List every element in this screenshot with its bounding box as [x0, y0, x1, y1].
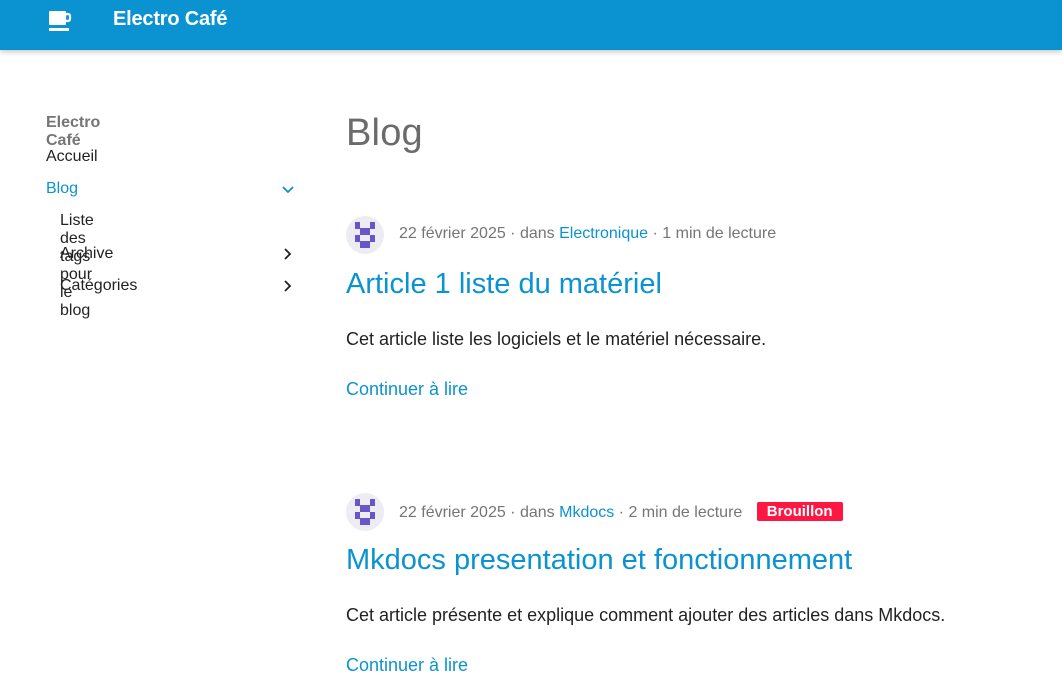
sidebar-item-accueil[interactable]: Accueil: [46, 148, 98, 166]
post-meta-text: 22 février 2025 · dans Mkdocs · 2 min de…: [399, 502, 843, 522]
post-category-link[interactable]: Electronique: [559, 225, 648, 242]
post-title-link[interactable]: Mkdocs presentation et fonctionnement: [346, 544, 852, 577]
sidebar-item-label: Accueil: [46, 148, 98, 165]
sidebar-item-label: Liste des tags pour le blog: [60, 212, 94, 319]
post-in-label: dans: [519, 225, 555, 242]
read-more-link[interactable]: Continuer à lire: [346, 379, 468, 400]
sidebar-item-label: Catégories: [60, 277, 138, 294]
chevron-down-icon[interactable]: [281, 183, 295, 197]
page-title: Blog: [346, 112, 423, 154]
post-date: 22 février 2025: [399, 225, 506, 242]
draft-badge: Brouillon: [756, 502, 843, 521]
avatar: [346, 493, 384, 531]
sidebar-item-blog[interactable]: Blog: [46, 180, 78, 198]
post-reading-time: 1 min de lecture: [662, 225, 777, 242]
coffee-cup-icon[interactable]: [47, 9, 73, 35]
site-title[interactable]: Electro Café: [113, 8, 228, 31]
chevron-right-icon[interactable]: [281, 279, 295, 293]
avatar: [346, 216, 384, 254]
sidebar-item-archive[interactable]: Archive: [60, 245, 113, 263]
chevron-right-icon[interactable]: [281, 247, 295, 261]
post-title-link[interactable]: Article 1 liste du matériel: [346, 268, 662, 301]
post-excerpt: Cet article liste les logiciels et le ma…: [346, 329, 767, 349]
sidebar-item-label: Archive: [60, 245, 114, 262]
post-date: 22 février 2025: [399, 504, 506, 521]
post-category-link[interactable]: Mkdocs: [559, 504, 614, 521]
sidebar-title: Electro Café: [46, 114, 101, 149]
post-in-label: dans: [519, 504, 555, 521]
post-excerpt: Cet article présente et explique comment…: [346, 605, 946, 625]
sidebar-item-label: Blog: [46, 180, 79, 197]
sidebar-item-categories[interactable]: Catégories: [60, 277, 137, 295]
sidebar-item-tags[interactable]: Liste des tags pour le blog: [60, 212, 94, 320]
post-meta-text: 22 février 2025 · dans Electronique · 1 …: [399, 225, 777, 242]
post-reading-time: 2 min de lecture: [628, 504, 743, 521]
top-header: Electro Café: [0, 0, 1062, 50]
